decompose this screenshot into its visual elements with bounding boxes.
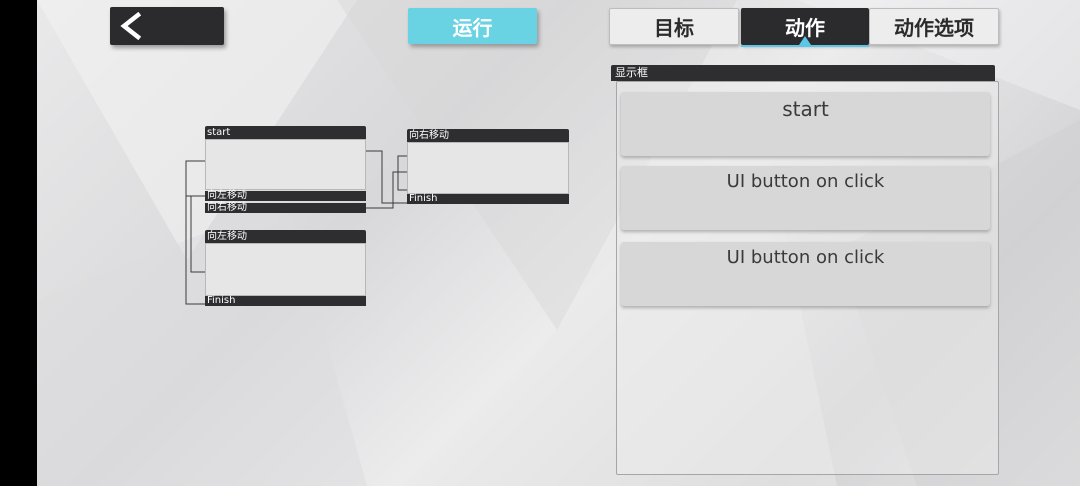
run-button[interactable]: 运行	[408, 8, 537, 44]
node-move-right[interactable]: 向右移动 Finish	[407, 129, 569, 204]
node-move-left[interactable]: 向左移动 Finish	[205, 230, 366, 307]
tab-target-label: 目标	[654, 16, 694, 40]
action-card-label: start	[782, 97, 829, 121]
action-card-start[interactable]: start	[621, 92, 990, 156]
node-move-left-title: 向左移动	[205, 230, 366, 243]
action-card-ui-button-2[interactable]: UI button on click	[621, 242, 990, 306]
active-tab-underline	[741, 45, 869, 47]
node-start-body	[205, 139, 366, 190]
node-start[interactable]: start 向左移动 向右移动	[205, 126, 366, 214]
node-start-output-right[interactable]: 向右移动	[205, 203, 366, 213]
action-card-label: UI button on click	[726, 247, 885, 268]
action-card-label: UI button on click	[726, 171, 885, 192]
node-move-left-finish[interactable]: Finish	[205, 296, 366, 306]
tab-target[interactable]: 目标	[609, 8, 739, 45]
node-move-right-finish[interactable]: Finish	[407, 194, 569, 204]
node-move-right-title: 向右移动	[407, 129, 569, 142]
node-start-output-left[interactable]: 向左移动	[205, 191, 366, 201]
tab-action-options[interactable]: 动作选项	[869, 8, 999, 45]
active-tab-indicator	[799, 36, 811, 45]
node-move-right-body	[407, 142, 569, 194]
chevron-left-icon	[120, 12, 142, 40]
node-move-left-body	[205, 243, 366, 296]
display-panel-title: 显示框	[611, 65, 995, 81]
back-button[interactable]	[110, 7, 224, 45]
tab-action-options-label: 动作选项	[894, 16, 974, 40]
action-card-ui-button-1[interactable]: UI button on click	[621, 166, 990, 230]
tab-actions[interactable]: 动作	[741, 8, 869, 47]
node-start-title: start	[205, 126, 366, 139]
